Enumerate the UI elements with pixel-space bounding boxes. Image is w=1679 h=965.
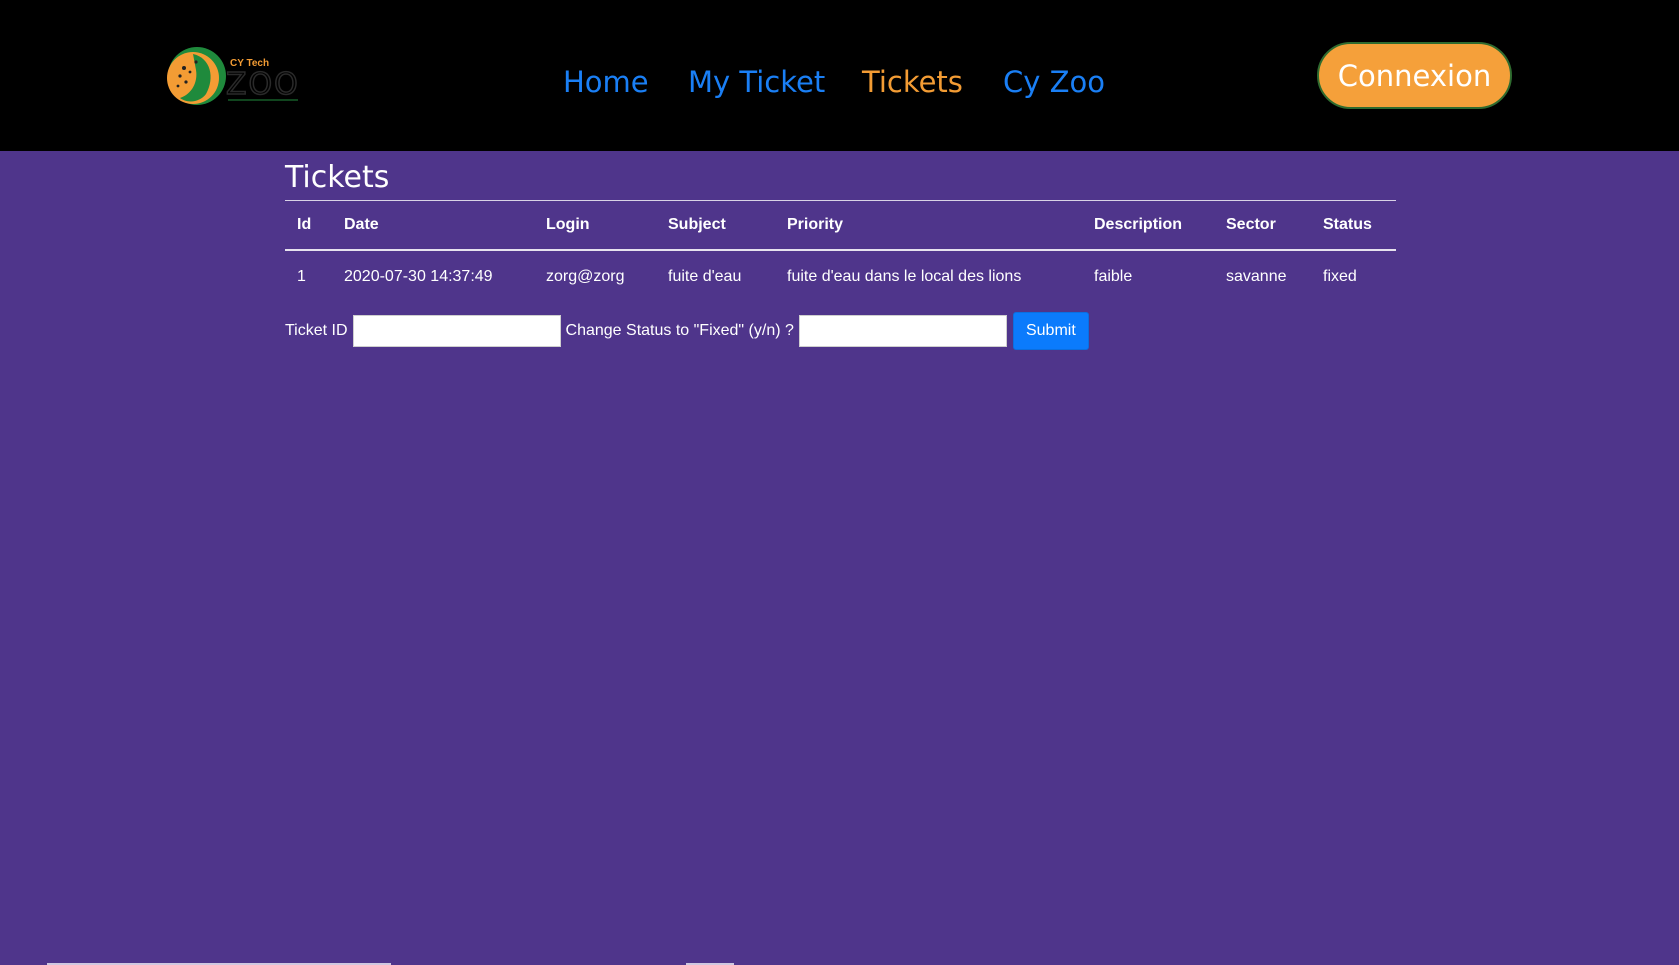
column-header-status: Status — [1311, 200, 1396, 251]
table-header-row: Id Date Login Subject Priority Descripti… — [285, 200, 1396, 251]
column-header-priority: Priority — [775, 200, 1082, 251]
tickets-table: Id Date Login Subject Priority Descripti… — [285, 200, 1396, 303]
connexion-button[interactable]: Connexion — [1317, 42, 1512, 109]
nav-tickets[interactable]: Tickets — [862, 62, 963, 102]
column-header-date: Date — [332, 200, 534, 251]
nav-cy-zoo[interactable]: Cy Zoo — [1003, 62, 1105, 102]
column-header-id: Id — [285, 200, 332, 251]
nav-home[interactable]: Home — [563, 62, 649, 102]
column-header-sector: Sector — [1214, 200, 1311, 251]
status-update-form: Ticket ID Change Status to "Fixed" (y/n)… — [285, 312, 1089, 350]
cell-id: 1 — [297, 267, 306, 285]
top-navbar: CY Tech ZOO Home My Ticket Tickets Cy Zo… — [0, 0, 1679, 151]
page-title: Tickets — [285, 160, 390, 195]
cell-login: zorg@zorg — [546, 267, 625, 285]
ticket-id-input[interactable] — [352, 315, 561, 347]
table-row: 1 2020-07-30 14:37:49 zorg@zorg fuite d'… — [285, 250, 1396, 303]
cell-priority: fuite d'eau dans le local des lions — [787, 267, 1022, 285]
column-header-description: Description — [1082, 200, 1214, 251]
cell-sector: savanne — [1226, 267, 1287, 285]
column-header-login: Login — [534, 200, 656, 251]
status-label: Change Status to "Fixed" (y/n) ? — [565, 322, 794, 339]
cell-status: fixed — [1323, 267, 1357, 285]
cell-description: faible — [1094, 267, 1133, 285]
ticket-id-label: Ticket ID — [285, 322, 348, 339]
nav-my-ticket[interactable]: My Ticket — [688, 62, 825, 102]
cell-date: 2020-07-30 14:37:49 — [344, 267, 493, 285]
status-input[interactable] — [798, 315, 1007, 347]
submit-button[interactable]: Submit — [1012, 312, 1089, 350]
column-header-subject: Subject — [656, 200, 775, 251]
cell-subject: fuite d'eau — [668, 267, 742, 285]
main-content: Tickets Id Date Login Subject Priority D… — [285, 151, 1396, 303]
